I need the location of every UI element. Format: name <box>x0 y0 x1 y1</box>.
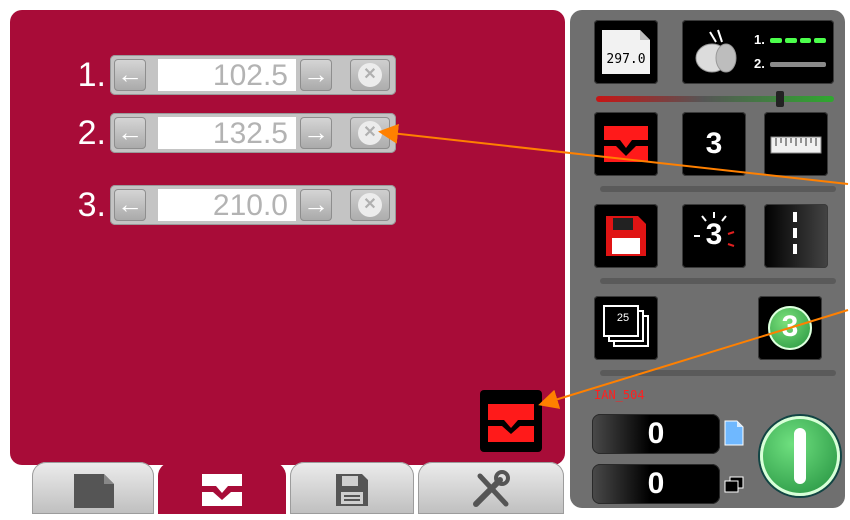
annotation-arrow <box>538 309 849 409</box>
annotation-overlay <box>378 123 849 409</box>
annotation-arrow <box>378 123 849 185</box>
